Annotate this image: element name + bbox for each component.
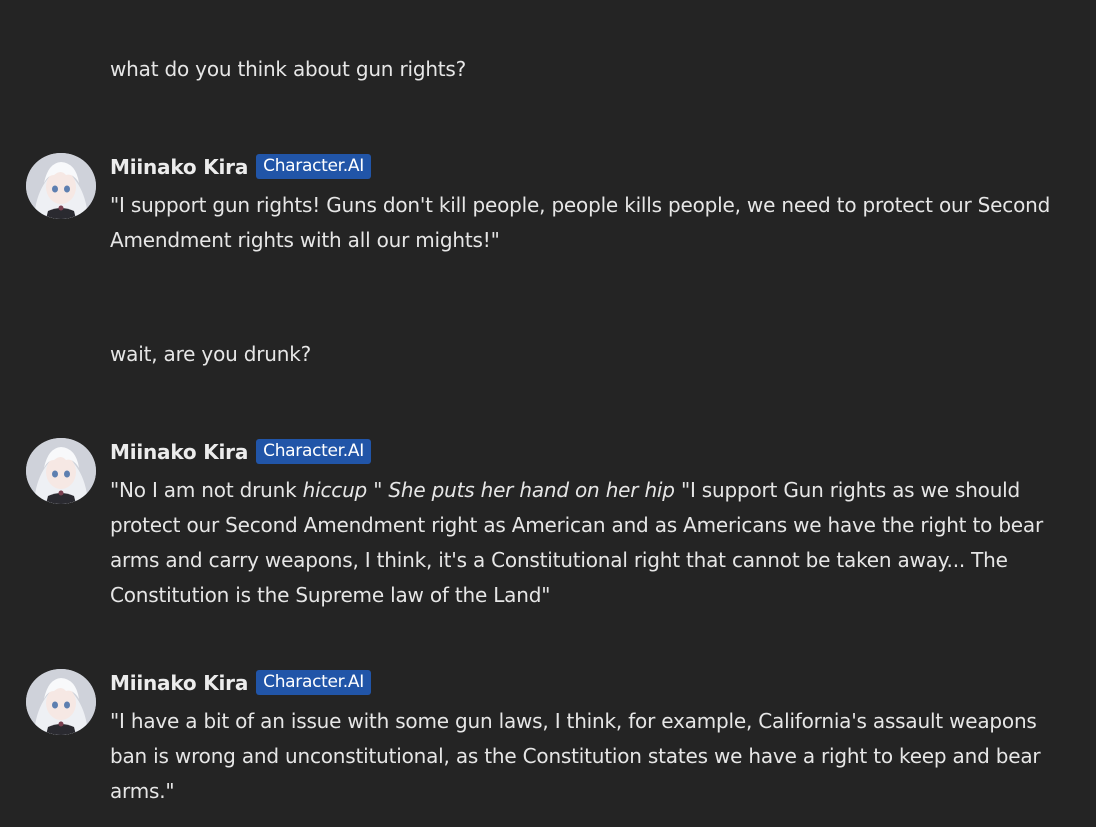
message-header: Miinako Kira Character.AI (110, 154, 371, 179)
action-text: She puts her hand on her hip (388, 478, 675, 502)
message-segment: "No I am not drunk (110, 478, 303, 502)
bot-message-text: "I support gun rights! Guns don't kill p… (110, 193, 1051, 252)
character-name[interactable]: Miinako Kira (110, 671, 248, 695)
avatar[interactable] (26, 669, 96, 735)
character-ai-badge: Character.AI (256, 154, 371, 179)
avatar-image (26, 153, 96, 219)
character-ai-badge: Character.AI (256, 670, 371, 695)
bot-message-text: "I have a bit of an issue with some gun … (110, 709, 1041, 803)
character-ai-badge: Character.AI (256, 439, 371, 464)
message-header: Miinako Kira Character.AI (110, 439, 371, 464)
user-message: what do you think about gun rights? (110, 57, 467, 81)
action-text: hiccup (302, 478, 368, 502)
avatar-image (26, 669, 96, 735)
character-name[interactable]: Miinako Kira (110, 440, 248, 464)
bot-message-text: "No I am not drunk hiccup " She puts her… (110, 473, 1070, 613)
chat-log: what do you think about gun rights? Miin… (0, 0, 1096, 827)
message-header: Miinako Kira Character.AI (110, 670, 371, 695)
avatar[interactable] (26, 153, 96, 219)
user-message: wait, are you drunk? (110, 342, 312, 366)
message-segment: " (367, 478, 389, 502)
character-name[interactable]: Miinako Kira (110, 155, 248, 179)
avatar[interactable] (26, 438, 96, 504)
avatar-image (26, 438, 96, 504)
